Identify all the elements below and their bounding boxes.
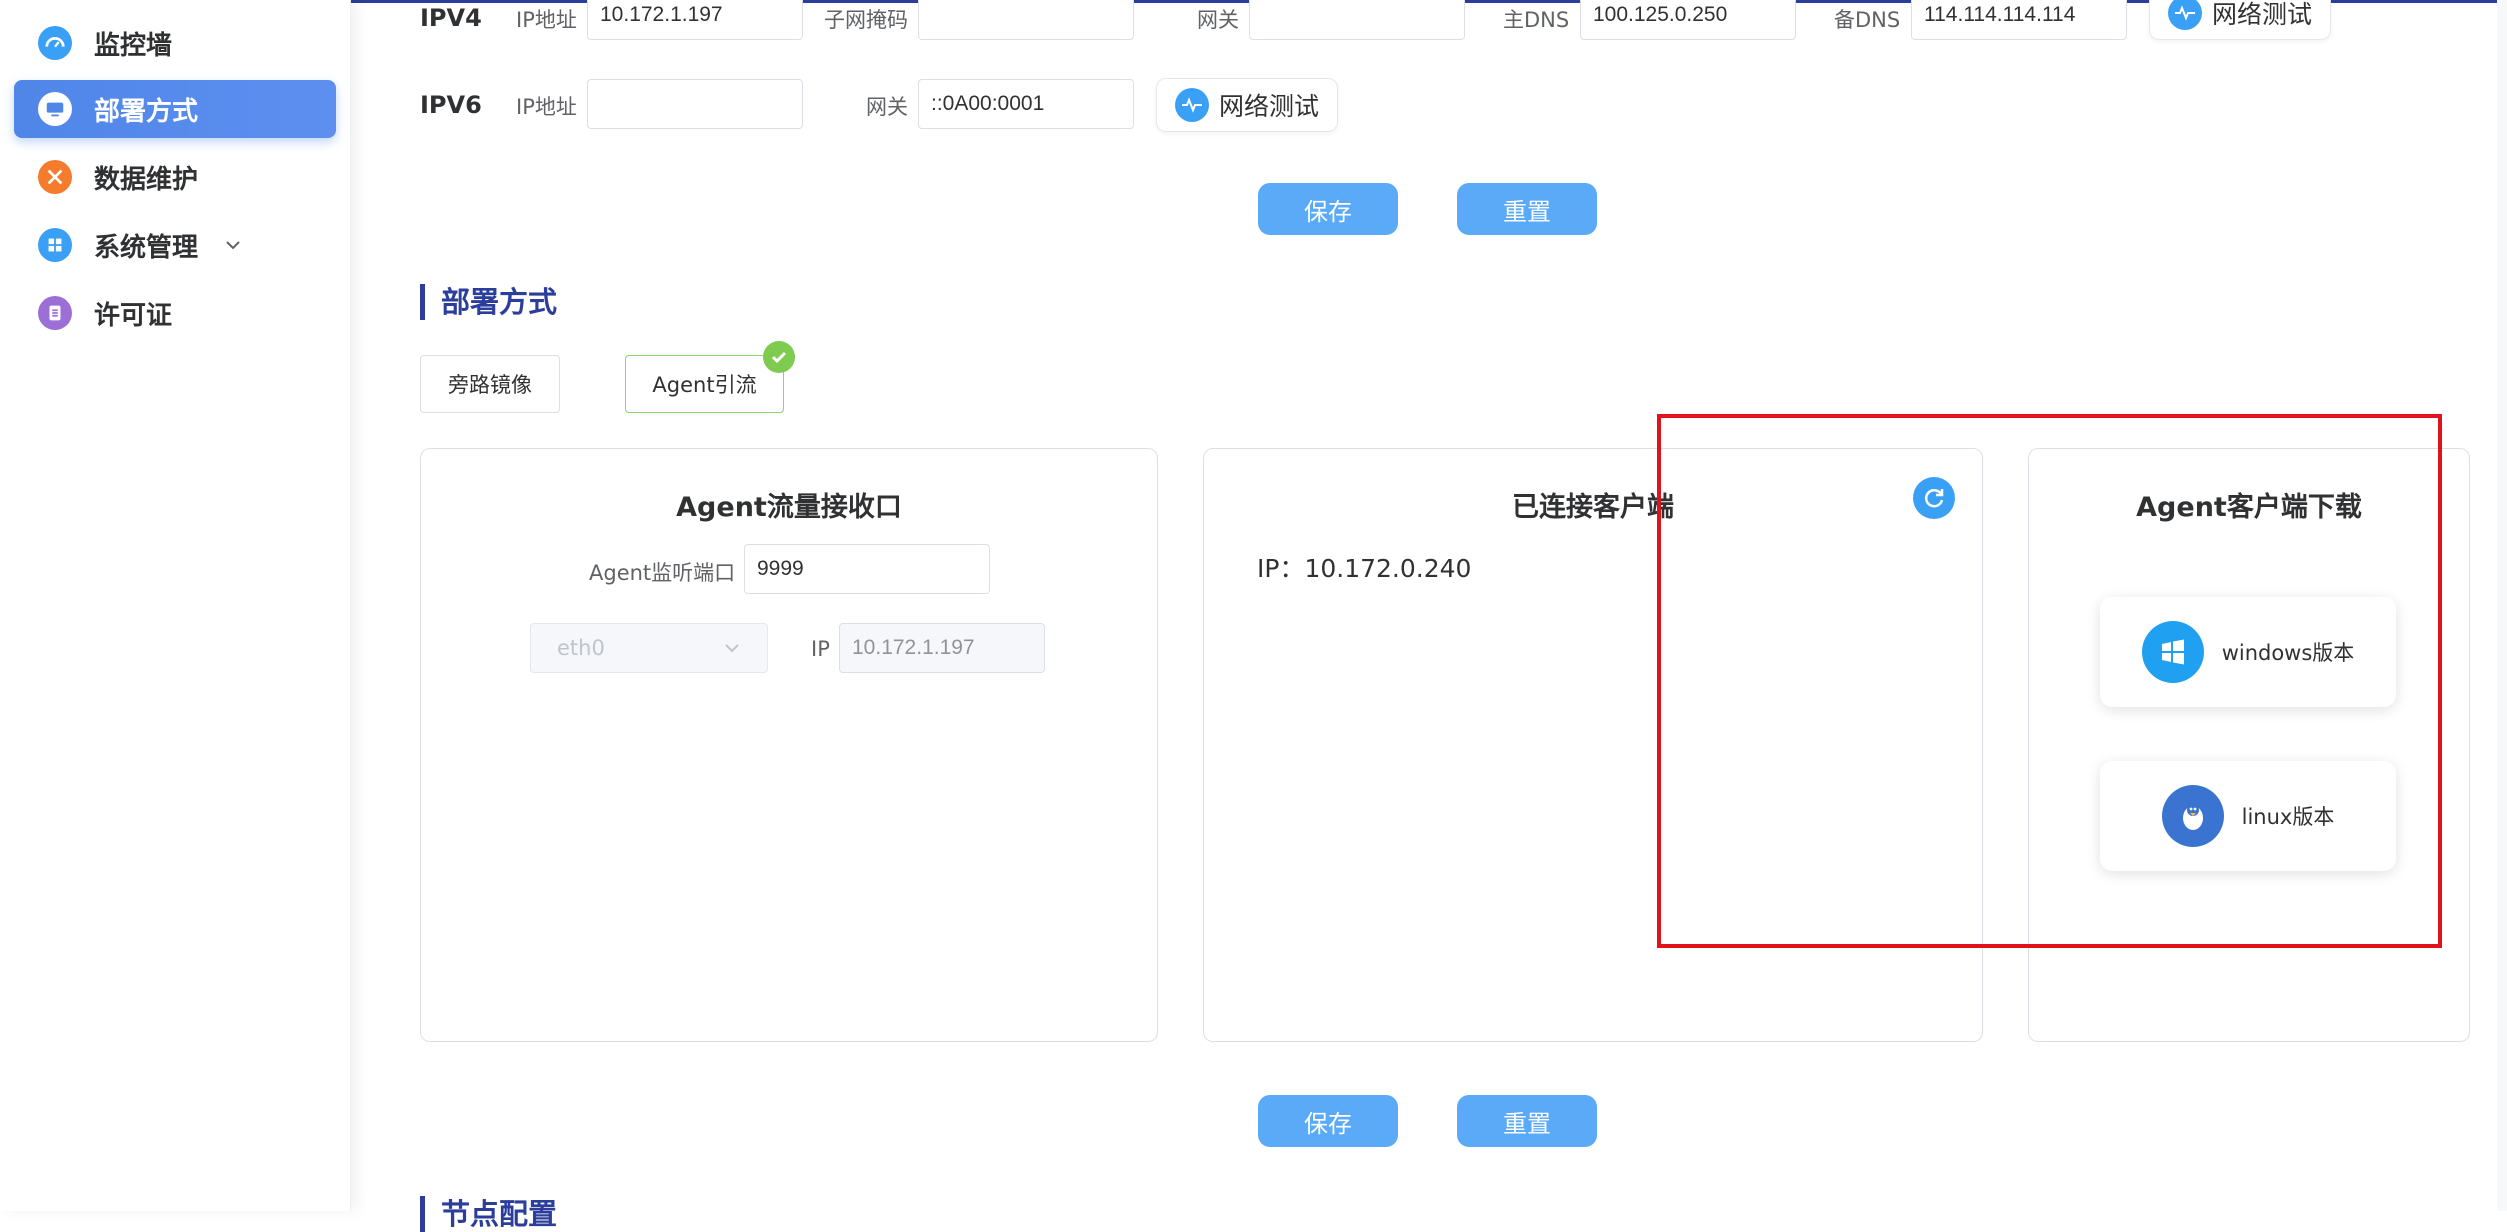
monitor-icon	[38, 92, 72, 126]
network-save-button[interactable]: 保存	[1258, 183, 1398, 235]
pulse-icon	[1175, 88, 1209, 122]
sidebar-item-label: 监控墙	[94, 30, 173, 61]
ipv4-ip-input[interactable]: 10.172.1.197	[587, 0, 803, 40]
sidebar-item-system-management[interactable]: 系统管理	[14, 216, 336, 274]
connected-clients-panel: 已连接客户端 IP：10.172.0.240	[1203, 448, 1983, 1042]
interface-ip-input: 10.172.1.197	[839, 623, 1045, 673]
agent-receiver-title: Agent流量接收口	[676, 492, 902, 523]
next-section-title: 节点配置	[420, 1196, 557, 1232]
ipv6-network-test-button[interactable]: 网络测试	[1156, 78, 1339, 132]
ipv6-ip-input[interactable]	[587, 79, 803, 129]
windows-download-button[interactable]: windows版本	[2100, 597, 2396, 707]
subnet-mask-input[interactable]	[918, 0, 1134, 40]
ipv6-gateway-label: 网关	[866, 95, 908, 119]
linux-download-button[interactable]: linux版本	[2100, 761, 2396, 871]
agent-download-panel: Agent客户端下载 windows版本 linux版本	[2028, 448, 2470, 1042]
linux-download-label: linux版本	[2241, 805, 2335, 829]
deploy-section-title: 部署方式	[420, 284, 557, 320]
windows-grid-icon	[38, 228, 72, 262]
sidebar-item-label: 部署方式	[94, 96, 199, 127]
refresh-icon[interactable]	[1913, 477, 1955, 519]
windows-download-label: windows版本	[2221, 641, 2355, 665]
client-ip-entry: IP：10.172.0.240	[1257, 554, 1472, 583]
sidebar-item-label: 系统管理	[94, 232, 199, 263]
sidebar-item-label: 数据维护	[94, 164, 199, 195]
ipv4-ip-label: IP地址	[516, 8, 577, 32]
ipv4-network-test-button[interactable]: 网络测试	[2149, 0, 2332, 40]
agent-port-input[interactable]: 9999	[744, 544, 990, 594]
ipv6-ip-label: IP地址	[516, 95, 577, 119]
agent-receiver-panel: Agent流量接收口 Agent监听端口 9999 eth0 IP 10.172…	[420, 448, 1158, 1042]
linux-penguin-icon	[2161, 785, 2224, 847]
interface-select[interactable]: eth0	[530, 623, 768, 673]
ipv6-label: IPV6	[420, 91, 482, 119]
chevron-down-icon	[725, 644, 739, 653]
mode-bypass-mirror-button[interactable]: 旁路镜像	[420, 355, 560, 413]
sidebar: 监控墙 部署方式 数据维护 系统管理 许可证	[0, 0, 351, 1211]
ipv4-gateway-input[interactable]	[1249, 0, 1465, 40]
pulse-icon	[2168, 0, 2202, 30]
subnet-mask-label: 子网掩码	[824, 8, 908, 32]
check-icon	[763, 341, 795, 373]
agent-port-label: Agent监听端口	[589, 561, 736, 585]
network-test-label: 网络测试	[1219, 92, 1320, 121]
sidebar-item-monitor-wall[interactable]: 监控墙	[14, 14, 336, 72]
secondary-dns-input[interactable]: 114.114.114.114	[1911, 0, 2127, 40]
dashboard-icon	[38, 26, 72, 60]
ipv4-label: IPV4	[420, 4, 482, 32]
tools-icon	[38, 160, 72, 194]
network-test-label: 网络测试	[2212, 0, 2313, 29]
sidebar-item-label: 许可证	[94, 300, 173, 331]
chevron-down-icon[interactable]	[224, 236, 242, 254]
ipv6-gateway-input[interactable]: ::0A00:0001	[918, 79, 1134, 129]
deploy-reset-button[interactable]: 重置	[1457, 1095, 1597, 1147]
agent-download-title: Agent客户端下载	[2136, 492, 2362, 523]
primary-dns-input[interactable]: 100.125.0.250	[1580, 0, 1796, 40]
sidebar-item-license[interactable]: 许可证	[14, 284, 336, 342]
primary-dns-label: 主DNS	[1503, 8, 1570, 32]
secondary-dns-label: 备DNS	[1834, 8, 1901, 32]
network-reset-button[interactable]: 重置	[1457, 183, 1597, 235]
ipv4-gateway-label: 网关	[1197, 8, 1239, 32]
connected-clients-title: 已连接客户端	[1512, 492, 1674, 523]
deploy-save-button[interactable]: 保存	[1258, 1095, 1398, 1147]
mode-agent-button[interactable]: Agent引流	[625, 355, 784, 413]
windows-icon	[2141, 621, 2204, 683]
sidebar-item-data-maintenance[interactable]: 数据维护	[14, 148, 336, 206]
scrollbar-track[interactable]	[2497, 0, 2507, 1211]
interface-ip-label: IP	[811, 637, 830, 661]
license-icon	[38, 296, 72, 330]
interface-select-value: eth0	[557, 636, 605, 660]
sidebar-item-deploy-mode[interactable]: 部署方式	[14, 80, 336, 138]
